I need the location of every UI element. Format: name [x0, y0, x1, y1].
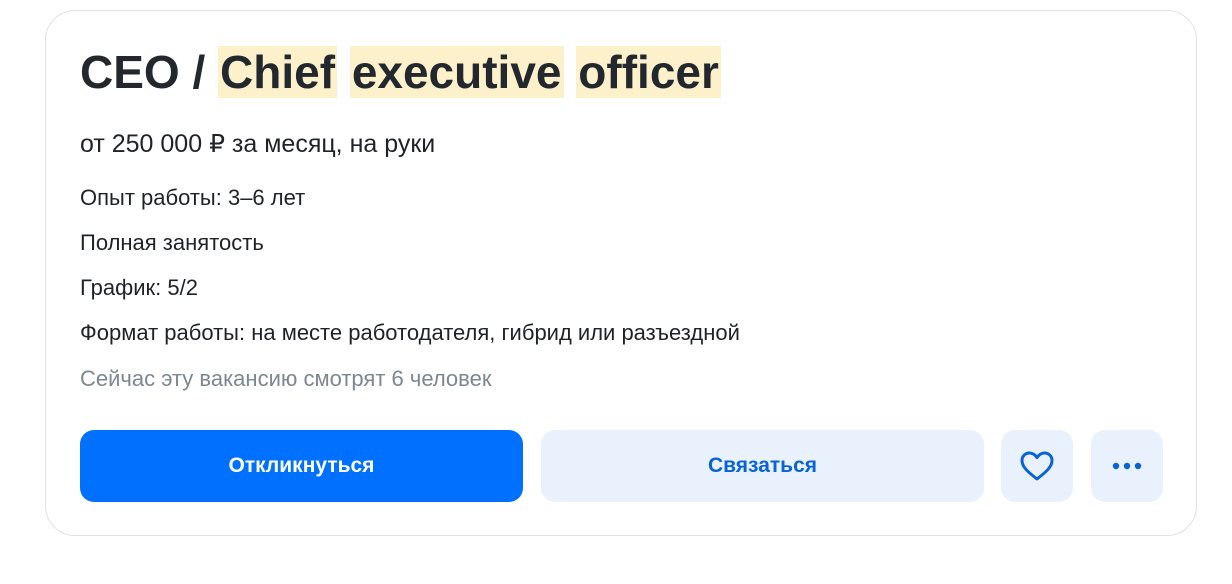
favorite-button[interactable] [1001, 430, 1073, 502]
vacancy-title[interactable]: CEO / Chief executive officer [80, 41, 721, 103]
contact-button[interactable]: Связаться [541, 430, 984, 502]
employment-type: Полная занятость [80, 230, 264, 255]
more-dots-icon [1112, 462, 1142, 470]
salary: от 250 000 ₽ за месяц, на руки [80, 130, 436, 158]
work-format: Формат работы: на месте работодателя, ги… [80, 320, 740, 345]
title-highlight-word: executive [349, 46, 564, 98]
viewers-count: Сейчас эту вакансию смотрят 6 человек [80, 366, 492, 391]
experience: Опыт работы: 3–6 лет [80, 185, 306, 210]
title-prefix: CEO / [80, 46, 206, 98]
heart-icon [1020, 451, 1054, 481]
title-highlight-word: officer [576, 46, 721, 98]
more-button[interactable] [1091, 430, 1163, 502]
respond-button[interactable]: Откликнуться [80, 430, 523, 502]
schedule: График: 5/2 [80, 275, 198, 300]
vacancy-card: CEO / Chief executive officer от 250 000… [45, 10, 1197, 536]
title-highlight-word: Chief [218, 46, 338, 98]
